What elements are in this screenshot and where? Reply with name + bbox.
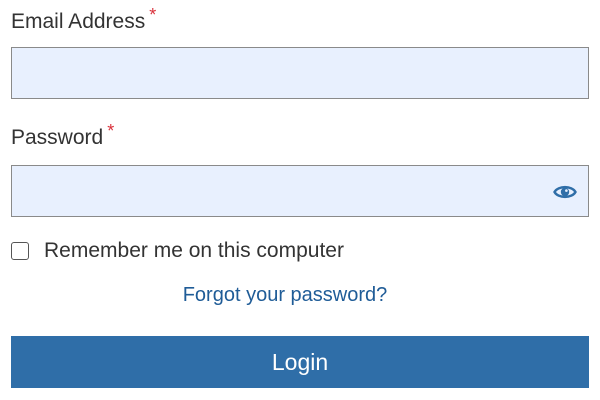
password-label: Password * bbox=[11, 122, 114, 149]
required-marker: * bbox=[107, 121, 115, 141]
forgot-password-link[interactable]: Forgot your password? bbox=[0, 285, 570, 305]
email-label: Email Address * bbox=[11, 6, 156, 33]
login-form: Email Address * Password * Remember me on … bbox=[0, 0, 600, 400]
email-field-box bbox=[11, 47, 589, 99]
password-field-box bbox=[11, 165, 589, 217]
remember-me-row: Remember me on this computer bbox=[11, 240, 344, 261]
required-marker: * bbox=[149, 5, 157, 25]
eye-icon[interactable] bbox=[552, 179, 578, 205]
remember-me-label[interactable]: Remember me on this computer bbox=[44, 240, 344, 261]
password-label-text: Password bbox=[11, 126, 104, 149]
email-label-text: Email Address bbox=[11, 10, 146, 33]
remember-me-checkbox[interactable] bbox=[11, 241, 29, 260]
login-button[interactable]: Login bbox=[11, 336, 589, 388]
password-field[interactable] bbox=[12, 166, 588, 216]
email-field[interactable] bbox=[12, 48, 588, 98]
